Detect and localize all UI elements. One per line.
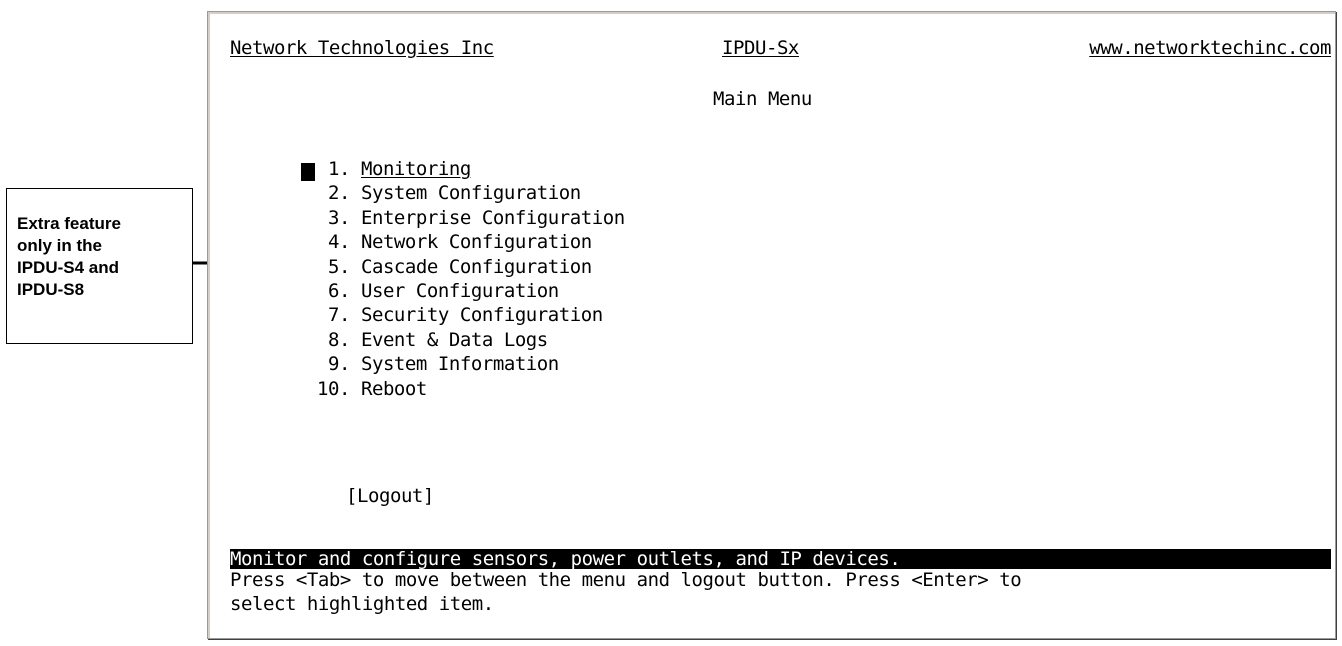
menu-item-label: Reboot bbox=[360, 377, 427, 400]
menu-item-event-data-logs[interactable]: 8. Event & Data Logs bbox=[317, 328, 625, 352]
menu-item-number: 10. bbox=[317, 377, 350, 400]
menu-item-number: 3. bbox=[317, 206, 350, 229]
website-link: www.networktechinc.com bbox=[1089, 37, 1331, 59]
callout-line: IPDU-S4 and bbox=[17, 258, 120, 277]
menu-item-number: 9. bbox=[317, 353, 350, 376]
menu-item-system-information[interactable]: 9. System Information bbox=[317, 352, 625, 376]
callout-line: Extra feature bbox=[17, 214, 121, 233]
callout-line: IPDU-S8 bbox=[17, 280, 85, 299]
terminal-window: Network Technologies Inc IPDU-Sx www.net… bbox=[207, 11, 1336, 639]
menu-item-cascade-configuration[interactable]: 5. Cascade Configuration bbox=[317, 255, 625, 279]
menu-item-number: 5. bbox=[317, 255, 350, 278]
help-text-line-1: Press <Tab> to move between the menu and… bbox=[230, 569, 1022, 591]
menu-item-reboot[interactable]: 10. Reboot bbox=[317, 377, 625, 401]
main-menu: 1. Monitoring 2. System Configuration 3.… bbox=[317, 157, 625, 401]
menu-item-label: Enterprise Configuration bbox=[360, 206, 625, 229]
menu-item-number: 1. bbox=[317, 158, 350, 180]
menu-item-label: System Information bbox=[360, 353, 559, 376]
menu-item-label: Network Configuration bbox=[360, 231, 592, 254]
menu-item-number: 8. bbox=[317, 328, 350, 351]
annotation-callout: Extra feature only in the IPDU-S4 and IP… bbox=[6, 188, 193, 344]
menu-item-number: 6. bbox=[317, 279, 350, 302]
menu-item-system-configuration[interactable]: 2. System Configuration bbox=[317, 181, 625, 205]
menu-item-number: 2. bbox=[317, 182, 350, 205]
menu-item-enterprise-configuration[interactable]: 3. Enterprise Configuration bbox=[317, 206, 625, 230]
logout-button[interactable]: [Logout] bbox=[346, 484, 434, 508]
terminal-screen: Network Technologies Inc IPDU-Sx www.net… bbox=[212, 16, 1331, 634]
status-bar: Monitor and configure sensors, power out… bbox=[230, 549, 1331, 569]
page-title: Main Menu bbox=[713, 88, 812, 110]
menu-item-label: Monitoring bbox=[360, 158, 471, 180]
menu-item-label: System Configuration bbox=[360, 182, 581, 205]
menu-item-network-configuration[interactable]: 4. Network Configuration bbox=[317, 230, 625, 254]
menu-item-label: Cascade Configuration bbox=[360, 255, 592, 278]
menu-item-label: Event & Data Logs bbox=[360, 328, 548, 351]
company-name: Network Technologies Inc bbox=[230, 37, 494, 59]
menu-item-label: User Configuration bbox=[360, 279, 559, 302]
menu-item-monitoring[interactable]: 1. Monitoring bbox=[317, 157, 625, 181]
menu-item-label: Security Configuration bbox=[360, 304, 603, 327]
product-name: IPDU-Sx bbox=[722, 37, 799, 59]
help-text-line-2: select highlighted item. bbox=[230, 593, 494, 615]
text-cursor bbox=[301, 163, 315, 181]
callout-line: only in the bbox=[17, 236, 102, 255]
menu-item-number: 4. bbox=[317, 231, 350, 254]
menu-item-user-configuration[interactable]: 6. User Configuration bbox=[317, 279, 625, 303]
menu-item-number: 7. bbox=[317, 304, 350, 327]
menu-item-security-configuration[interactable]: 7. Security Configuration bbox=[317, 303, 625, 327]
